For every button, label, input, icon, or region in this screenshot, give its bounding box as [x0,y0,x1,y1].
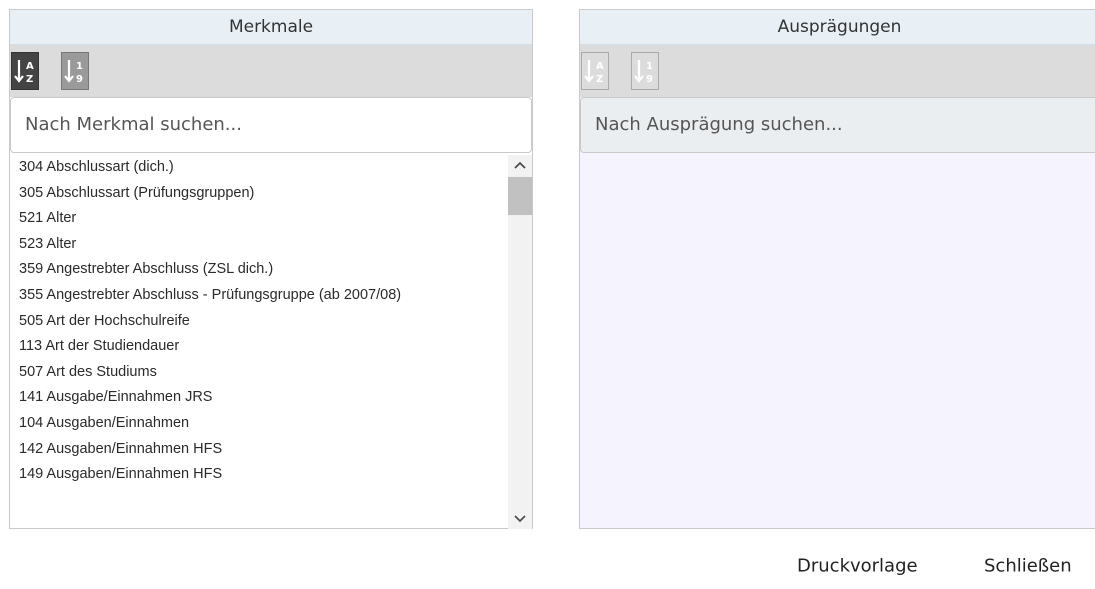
list-item[interactable]: 113 Art der Studiendauer [10,334,507,360]
sort-numeric-icon: 1 9 [634,60,653,85]
svg-text:Z: Z [26,74,33,85]
merkmale-panel-title: Merkmale [10,10,532,45]
merkmal-search-input[interactable]: Nach Merkmal suchen... [10,97,532,153]
list-item[interactable]: 505 Art der Hochschulreife [10,309,507,335]
scroll-up-icon[interactable] [508,155,532,175]
svg-text:A: A [26,61,34,72]
sort-alpha-button[interactable]: A Z [11,52,39,90]
list-item[interactable]: 149 Ausgaben/Einnahmen HFS [10,462,507,488]
list-item[interactable]: 142 Ausgaben/Einnahmen HFS [10,437,507,463]
scrollbar-thumb[interactable] [508,177,532,215]
merkmale-list: 304 Abschlussart (dich.) 305 Abschlussar… [10,155,507,529]
list-item[interactable]: 141 Ausgabe/Einnahmen JRS [10,385,507,411]
merkmale-scrollbar[interactable] [508,155,532,529]
sort-alpha-icon: A Z [584,60,604,85]
close-button[interactable]: Schließen [984,556,1072,577]
auspraegungen-toolbar: A Z 1 9 [580,45,1095,97]
svg-text:9: 9 [646,74,653,85]
auspraegung-search-input[interactable]: Nach Ausprägung suchen... [580,97,1095,153]
svg-text:1: 1 [646,61,653,72]
sort-numeric-button-disabled: 1 9 [631,52,659,90]
list-item[interactable]: 305 Abschlussart (Prüfungsgruppen) [10,181,507,207]
svg-text:A: A [596,61,604,72]
sort-numeric-icon: 1 9 [64,60,83,85]
list-item[interactable]: 507 Art des Studiums [10,360,507,386]
list-item[interactable]: 104 Ausgaben/Einnahmen [10,411,507,437]
list-item[interactable]: 523 Alter [10,232,507,258]
merkmale-toolbar: A Z 1 9 [10,45,532,97]
list-item[interactable]: 355 Angestrebter Abschluss - Prüfungsgru… [10,283,480,309]
auspraegungen-panel-title: Ausprägungen [580,10,1095,45]
list-item[interactable]: 359 Angestrebter Abschluss (ZSL dich.) [10,257,507,283]
svg-text:Z: Z [596,74,603,85]
sort-alpha-icon: A Z [14,60,34,85]
scroll-down-icon[interactable] [508,509,532,529]
sort-numeric-button[interactable]: 1 9 [61,52,89,90]
svg-text:1: 1 [76,61,83,72]
sort-alpha-button-disabled: A Z [581,52,609,90]
svg-text:9: 9 [76,74,83,85]
auspraegungen-panel: Ausprägungen A Z 1 9 Nach Ausprägung suc… [579,9,1095,529]
merkmale-panel: Merkmale A Z 1 9 Nach Merkmal suchen... … [9,9,533,529]
print-template-button[interactable]: Druckvorlage [797,556,918,577]
list-item[interactable]: 521 Alter [10,206,507,232]
list-item[interactable]: 304 Abschlussart (dich.) [10,155,507,181]
